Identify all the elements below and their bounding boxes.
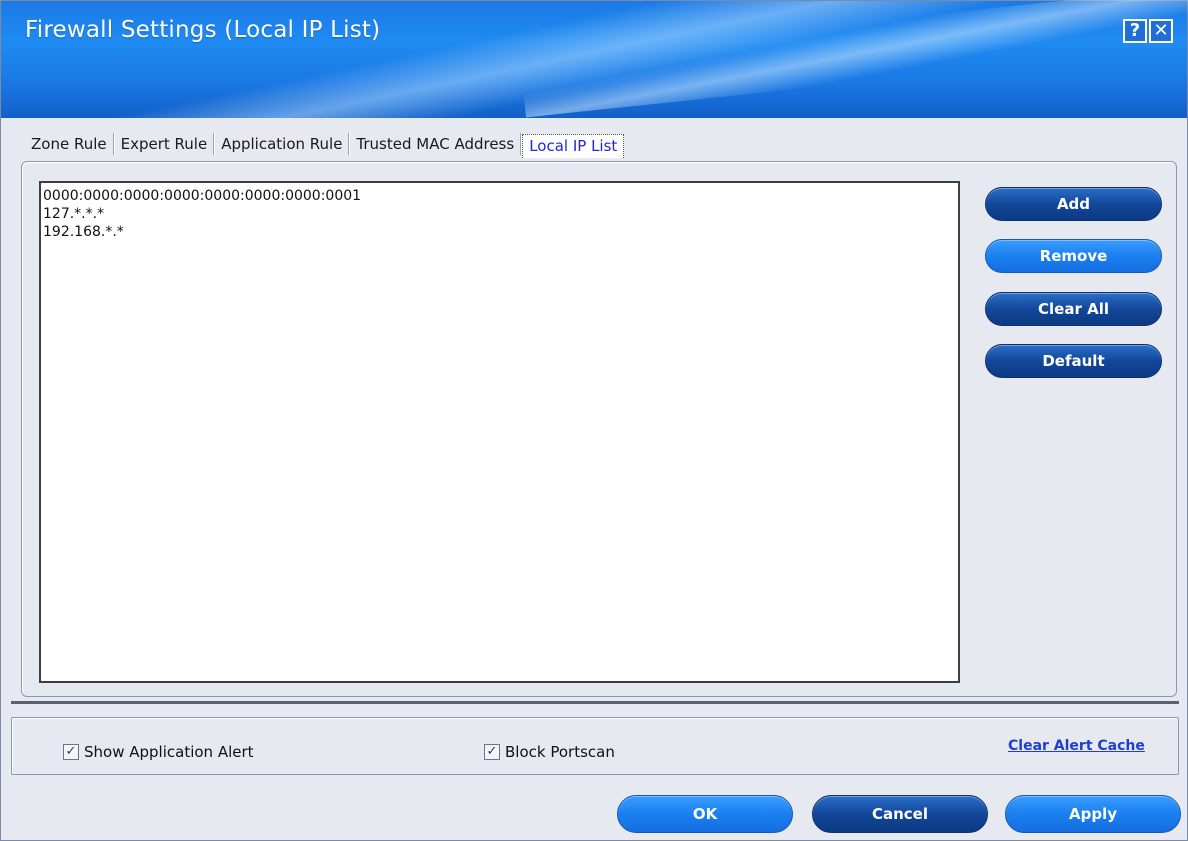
tab-expert-rule[interactable]: Expert Rule (115, 133, 214, 155)
firewall-settings-window: Firewall Settings (Local IP List) ? ✕ Zo… (0, 0, 1188, 841)
remove-button[interactable]: Remove (985, 239, 1162, 273)
show-application-alert-checkbox[interactable]: ✓ Show Application Alert (63, 743, 254, 761)
block-portscan-label: Block Portscan (505, 743, 615, 761)
ok-button[interactable]: OK (617, 795, 793, 833)
help-icon[interactable]: ? (1123, 19, 1147, 43)
checkbox-check-icon[interactable]: ✓ (63, 744, 79, 760)
block-portscan-checkbox[interactable]: ✓ Block Portscan (484, 743, 615, 761)
tab-application-rule[interactable]: Application Rule (215, 133, 348, 155)
window-title: Firewall Settings (Local IP List) (25, 17, 381, 43)
ip-list-item[interactable]: 0000:0000:0000:0000:0000:0000:0000:0001 (43, 187, 956, 205)
ip-list-item[interactable]: 127.*.*.* (43, 205, 956, 223)
tab-trusted-mac-address[interactable]: Trusted MAC Address (350, 133, 520, 155)
local-ip-listbox[interactable]: 0000:0000:0000:0000:0000:0000:0000:0001 … (39, 181, 960, 683)
show-application-alert-label: Show Application Alert (84, 743, 254, 761)
apply-button[interactable]: Apply (1005, 795, 1181, 833)
checkbox-check-icon[interactable]: ✓ (484, 744, 500, 760)
title-bar[interactable]: Firewall Settings (Local IP List) ? ✕ (1, 0, 1188, 118)
clear-all-button[interactable]: Clear All (985, 292, 1162, 326)
default-button[interactable]: Default (985, 344, 1162, 378)
close-icon[interactable]: ✕ (1149, 19, 1173, 43)
add-button[interactable]: Add (985, 187, 1162, 221)
tab-local-ip-list[interactable]: Local IP List (522, 134, 625, 158)
tab-strip: Zone Rule Expert Rule Application Rule T… (25, 129, 625, 159)
clear-alert-cache-link[interactable]: Clear Alert Cache (1008, 738, 1145, 754)
cancel-button[interactable]: Cancel (812, 795, 988, 833)
ip-list-item[interactable]: 192.168.*.* (43, 223, 956, 241)
tab-zone-rule[interactable]: Zone Rule (25, 133, 113, 155)
panel-divider (11, 701, 1179, 704)
title-bar-swoosh (519, 0, 1188, 118)
